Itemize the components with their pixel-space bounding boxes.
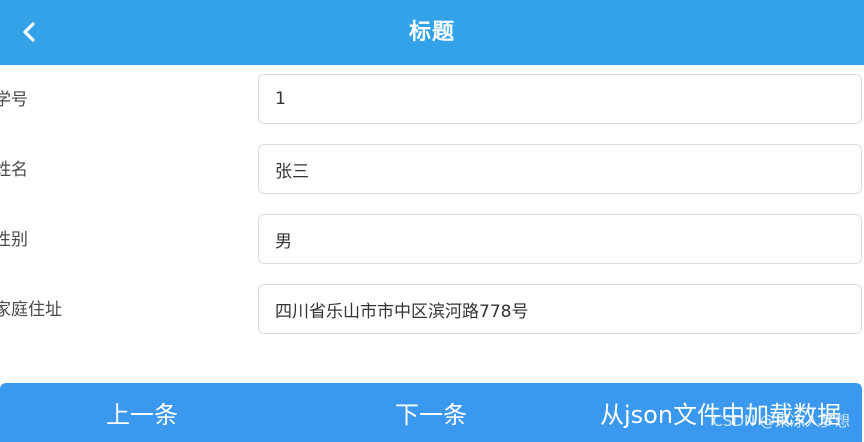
name-input[interactable] (258, 144, 862, 194)
page-title: 标题 (408, 20, 455, 45)
prev-record-button[interactable]: 上一条 (106, 383, 178, 442)
student-id-input[interactable] (258, 74, 862, 124)
gender-label: 性别 (0, 230, 28, 250)
gender-input[interactable] (258, 214, 862, 264)
form-row-address: 家庭住址 (0, 284, 864, 336)
form-row-name: 姓名 (0, 144, 864, 196)
form-row-gender: 性别 (0, 214, 864, 266)
form-row-student-id: 学号 (0, 74, 864, 126)
student-id-label: 学号 (0, 90, 28, 110)
address-input[interactable] (258, 284, 862, 334)
app-page: 标题 学号 姓名 性别 家庭住址 上一条 下一条 从json文件中加载数据 CS… (0, 0, 864, 442)
address-label: 家庭住址 (0, 300, 62, 320)
next-record-button[interactable]: 下一条 (395, 383, 467, 442)
name-label: 姓名 (0, 160, 28, 180)
top-navbar: 标题 (0, 0, 864, 65)
csdn-watermark: CSDN @果冻人梦想 (712, 412, 850, 430)
